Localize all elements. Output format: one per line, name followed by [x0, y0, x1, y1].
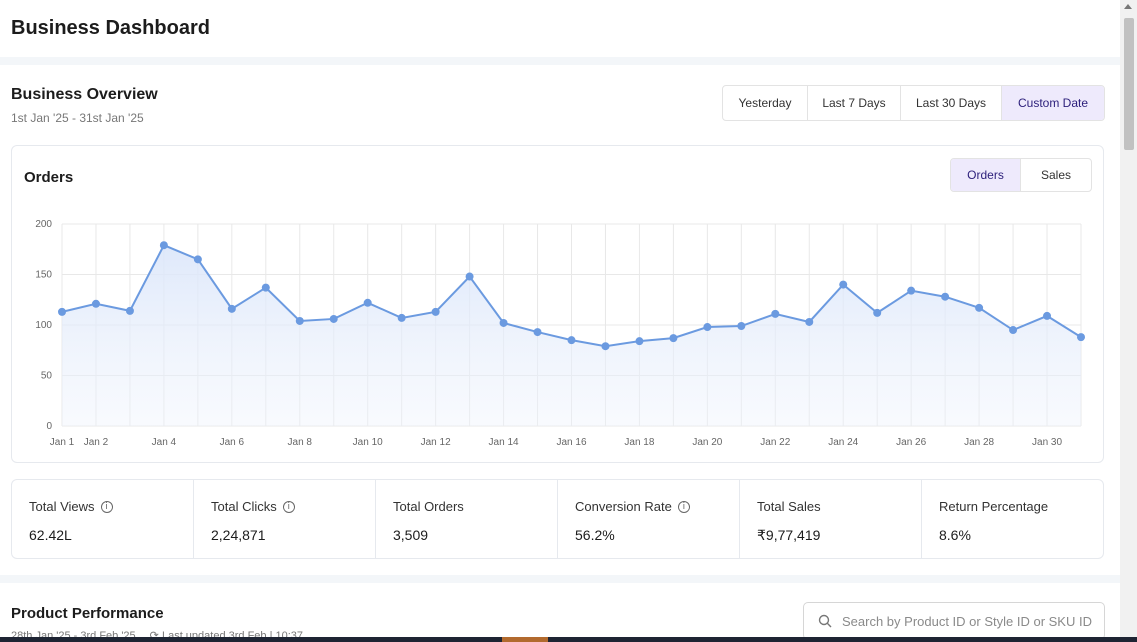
data-point [227, 304, 236, 313]
x-tick-label: Jan 16 [556, 437, 586, 448]
data-point [431, 307, 440, 316]
date-range-selector: Yesterday Last 7 Days Last 30 Days Custo… [722, 85, 1105, 121]
business-overview-section: Business Overview 1st Jan '25 - 31st Jan… [0, 65, 1120, 575]
data-point [533, 328, 542, 337]
data-point [397, 313, 406, 322]
metric-label: Total Orders [393, 499, 464, 514]
search-icon [818, 614, 832, 628]
x-tick-label: Jan 6 [220, 437, 245, 448]
page-title: Business Dashboard [11, 17, 210, 39]
x-tick-label: Jan 1 [50, 437, 75, 448]
x-tick-label: Jan 30 [1032, 437, 1062, 448]
metric-label: Return Percentage [939, 499, 1049, 514]
data-point [873, 308, 882, 317]
metric-label: Total Clicks [211, 499, 277, 514]
data-point [771, 309, 780, 318]
range-custom-date-button[interactable]: Custom Date [1002, 86, 1104, 120]
x-tick-label: Jan 10 [353, 437, 383, 448]
metric-value: 8.6% [939, 527, 971, 543]
data-point [295, 316, 304, 325]
product-search-input[interactable] [842, 613, 1092, 629]
data-point [941, 292, 950, 301]
data-point [499, 318, 508, 327]
data-point [805, 317, 814, 326]
data-point [635, 337, 644, 346]
metric-value: 3,509 [393, 527, 429, 543]
metric-value: ₹9,77,419 [757, 527, 821, 543]
product-performance-title: Product Performance [11, 605, 164, 622]
data-point [601, 342, 610, 351]
data-point [363, 298, 372, 307]
orders-chart-card: Orders Orders Sales 0 50 100 150 200 Jan 1 Jan… [11, 145, 1104, 463]
data-point [907, 286, 916, 295]
metric-value: 62.42L [29, 527, 72, 543]
data-point [329, 314, 338, 323]
y-tick-label: 0 [46, 421, 52, 432]
data-point [839, 280, 848, 289]
x-tick-label: Jan 4 [152, 437, 177, 448]
x-tick-label: Jan 20 [692, 437, 722, 448]
metric-label: Conversion Rate [575, 499, 672, 514]
data-point [58, 307, 66, 316]
data-point [567, 336, 576, 345]
data-point [737, 322, 746, 331]
x-tick-label: Jan 12 [421, 437, 451, 448]
metrics-summary: Total Views i 62.42L Total Clicks i 2,24,8… [11, 479, 1104, 559]
y-tick-label: 150 [35, 270, 52, 281]
overview-date-range: 1st Jan '25 - 31st Jan '25 [11, 111, 144, 125]
info-icon[interactable]: i [100, 500, 113, 513]
x-tick-label: Jan 26 [896, 437, 926, 448]
data-point [193, 255, 202, 264]
data-point [159, 241, 168, 250]
range-yesterday-button[interactable]: Yesterday [723, 86, 808, 120]
x-tick-label: Jan 8 [288, 437, 313, 448]
scrollbar-thumb[interactable] [1124, 18, 1134, 150]
metric-value: 2,24,871 [211, 527, 266, 543]
x-tick-label: Jan 28 [964, 437, 994, 448]
x-tick-label: Jan 22 [760, 437, 790, 448]
data-point [669, 334, 678, 343]
overview-title: Business Overview [11, 86, 158, 103]
data-point [465, 272, 474, 281]
y-tick-label: 200 [35, 219, 52, 230]
metric-label: Total Sales [757, 499, 821, 514]
y-tick-label: 50 [41, 371, 53, 382]
metric-total-orders: Total Orders 3,509 [376, 480, 558, 558]
data-point [125, 306, 134, 315]
y-tick-label: 100 [35, 320, 52, 331]
range-last-30-days-button[interactable]: Last 30 Days [901, 86, 1002, 120]
data-point [91, 299, 100, 308]
x-tick-label: Jan 2 [84, 437, 109, 448]
x-tick-label: Jan 14 [489, 437, 519, 448]
metric-return-percentage: Return Percentage 8.6% [922, 480, 1103, 558]
data-point [1077, 333, 1085, 342]
top-bar: Business Dashboard [0, 0, 1120, 57]
info-icon[interactable]: i [282, 500, 295, 513]
metric-total-sales: Total Sales ₹9,77,419 [740, 480, 922, 558]
range-last-7-days-button[interactable]: Last 7 Days [808, 86, 901, 120]
data-point [703, 323, 712, 332]
data-point [975, 303, 984, 312]
metric-total-clicks: Total Clicks i 2,24,871 [194, 480, 376, 558]
vertical-scrollbar[interactable] [1120, 0, 1137, 642]
metric-conversion-rate: Conversion Rate i 56.2% [558, 480, 740, 558]
metric-total-views: Total Views i 62.42L [12, 480, 194, 558]
x-tick-label: Jan 18 [624, 437, 654, 448]
x-tick-label: Jan 24 [828, 437, 858, 448]
data-point [1043, 311, 1052, 320]
metric-value: 56.2% [575, 527, 615, 543]
data-point [261, 283, 270, 292]
product-performance-section: Product Performance 28th Jan '25 - 3rd F… [0, 583, 1120, 642]
taskbar-app-icon[interactable] [502, 637, 548, 642]
scroll-up-arrow-icon[interactable] [1124, 4, 1132, 9]
data-point [1009, 326, 1018, 335]
info-icon[interactable]: i [677, 500, 690, 513]
orders-line-chart: 0 50 100 150 200 Jan 1 Jan 2 Jan 4 Jan 6 Jan 8 Jan… [35, 219, 1085, 448]
metric-label: Total Views [29, 499, 95, 514]
product-search-box[interactable] [803, 602, 1105, 640]
taskbar [0, 637, 1137, 642]
